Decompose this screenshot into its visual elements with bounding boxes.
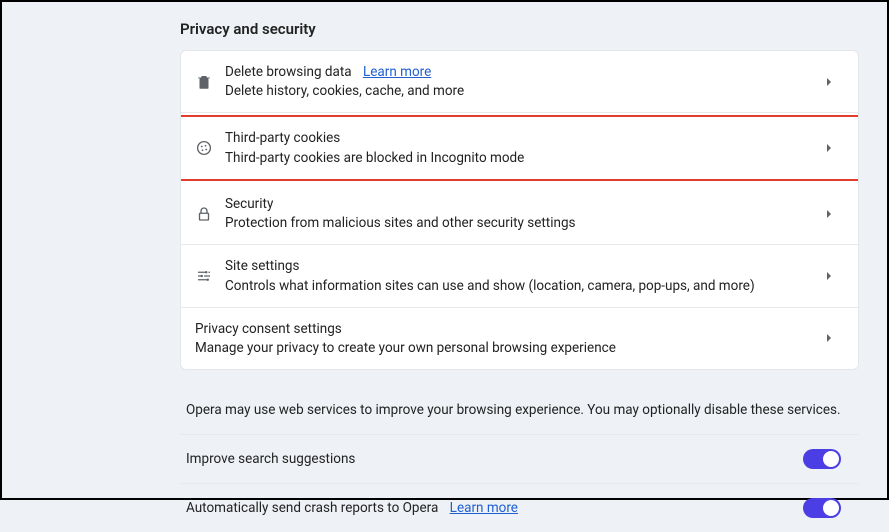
toggle-crash-reports[interactable] <box>803 498 841 518</box>
row-security[interactable]: Security Protection from malicious sites… <box>181 183 858 245</box>
row-third-party-cookies[interactable]: Third-party cookies Third-party cookies … <box>180 115 859 180</box>
trash-icon <box>195 73 221 91</box>
row-text: Privacy consent settings Manage your pri… <box>195 320 824 357</box>
learn-more-link[interactable]: Learn more <box>363 64 431 80</box>
chevron-right-icon <box>824 209 840 219</box>
cookie-icon <box>195 139 221 157</box>
toggle-knob <box>823 500 839 516</box>
row-subtitle: Controls what information sites can use … <box>225 277 824 295</box>
row-text: Delete browsing data Learn more Delete h… <box>221 63 824 100</box>
sliders-icon <box>195 267 221 285</box>
row-subtitle: Delete history, cookies, cache, and more <box>225 82 824 100</box>
chevron-right-icon <box>824 271 840 281</box>
lock-icon <box>195 205 221 223</box>
web-services-section: Opera may use web services to improve yo… <box>180 384 859 532</box>
row-text: Third-party cookies Third-party cookies … <box>221 129 824 166</box>
settings-card: Delete browsing data Learn more Delete h… <box>180 50 859 370</box>
row-delete-browsing-data[interactable]: Delete browsing data Learn more Delete h… <box>181 51 858 113</box>
row-title: Third-party cookies <box>225 129 824 147</box>
learn-more-link[interactable]: Learn more <box>450 500 518 516</box>
chevron-right-icon <box>824 333 840 343</box>
row-subtitle: Manage your privacy to create your own p… <box>195 339 824 357</box>
row-subtitle: Protection from malicious sites and othe… <box>225 214 824 232</box>
row-title: Privacy consent settings <box>195 320 824 338</box>
info-text: Opera may use web services to improve yo… <box>180 384 859 435</box>
row-crash-reports: Automatically send crash reports to Oper… <box>180 484 859 532</box>
toggle-label: Automatically send crash reports to Oper… <box>186 500 518 516</box>
toggle-label-text: Automatically send crash reports to Oper… <box>186 500 438 516</box>
row-site-settings[interactable]: Site settings Controls what information … <box>181 245 858 307</box>
privacy-security-panel: Privacy and security Delete browsing dat… <box>2 2 887 532</box>
chevron-right-icon <box>824 143 840 153</box>
toggle-improve-search[interactable] <box>803 449 841 469</box>
row-title: Delete browsing data <box>225 64 352 80</box>
row-title: Security <box>225 195 824 213</box>
row-title: Site settings <box>225 257 824 275</box>
toggle-knob <box>823 451 839 467</box>
section-title: Privacy and security <box>180 20 859 38</box>
toggle-label: Improve search suggestions <box>186 451 355 467</box>
row-improve-search: Improve search suggestions <box>180 435 859 484</box>
row-subtitle: Third-party cookies are blocked in Incog… <box>225 149 824 167</box>
row-text: Security Protection from malicious sites… <box>221 195 824 232</box>
row-privacy-consent[interactable]: Privacy consent settings Manage your pri… <box>181 308 858 369</box>
row-text: Site settings Controls what information … <box>221 257 824 294</box>
chevron-right-icon <box>824 77 840 87</box>
